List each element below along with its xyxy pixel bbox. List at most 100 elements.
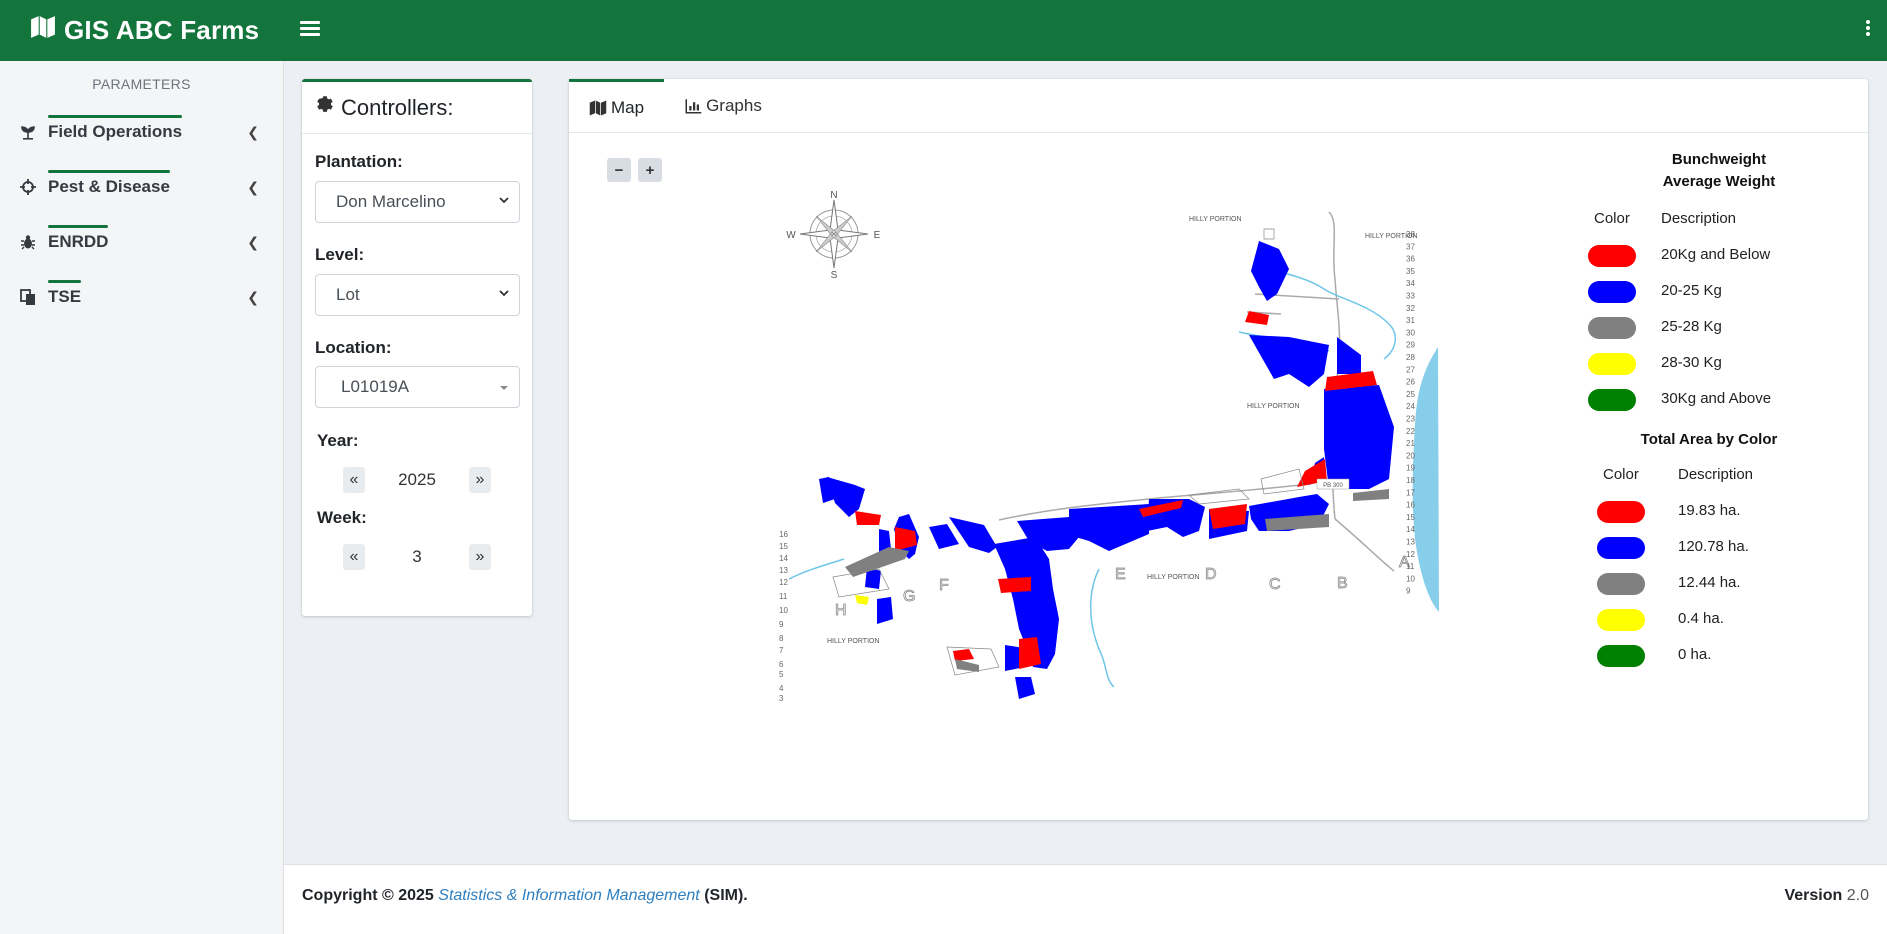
zoom-in-button[interactable]: + bbox=[638, 158, 662, 182]
chevron-left-icon: ❮ bbox=[247, 179, 259, 195]
sidebar-item-label: Field Operations bbox=[48, 114, 183, 141]
row-number: 31 bbox=[1406, 316, 1415, 325]
row-number: 26 bbox=[1406, 378, 1415, 387]
row-number: 29 bbox=[1406, 341, 1415, 350]
row-number: 35 bbox=[1406, 267, 1415, 276]
sidebar-header: PARAMETERS bbox=[92, 76, 191, 92]
row-number: 20 bbox=[1406, 451, 1415, 460]
location-select[interactable]: L01019A bbox=[315, 366, 520, 408]
row-number: 13 bbox=[1406, 538, 1415, 547]
level-select[interactable]: Lot bbox=[315, 274, 520, 316]
hilly-label: HILLY PORTION bbox=[1189, 216, 1242, 223]
chevron-left-icon: ❮ bbox=[247, 234, 259, 250]
legend-desc-header: Description bbox=[1678, 466, 1754, 483]
row-number: 6 bbox=[779, 660, 784, 669]
block-letter: E bbox=[1115, 566, 1126, 583]
location-label: Location: bbox=[315, 338, 392, 357]
right-row-numbers: 38 37 36 35 34 33 32 31 30 29 28 27 26 25 24 23 22 21 20 19… bbox=[1406, 230, 1415, 596]
block-outlines bbox=[832, 228, 1305, 676]
row-number: 14 bbox=[1406, 525, 1415, 534]
week-value: 3 bbox=[412, 547, 422, 566]
bug-icon bbox=[18, 232, 38, 252]
row-number: 15 bbox=[779, 542, 788, 551]
gear-icon bbox=[314, 94, 341, 122]
legend-item-label: 12.44 ha. bbox=[1678, 574, 1741, 591]
row-number: 28 bbox=[1406, 353, 1415, 362]
year-next-button[interactable]: » bbox=[468, 467, 491, 493]
zoom-out-button[interactable]: − bbox=[607, 158, 631, 182]
legend-item-label: 0.4 ha. bbox=[1678, 610, 1724, 627]
tab-map-label: Map bbox=[611, 97, 645, 117]
compass-w-label: W bbox=[786, 230, 796, 241]
menu-toggle-button[interactable] bbox=[300, 18, 320, 38]
row-number: 17 bbox=[1406, 488, 1415, 497]
sidebar: PARAMETERS Field Operations ❮ Pest & Dis… bbox=[0, 61, 284, 934]
legend-color-swatch bbox=[1588, 317, 1636, 339]
hilly-label: HILLY PORTION bbox=[1247, 403, 1300, 410]
sidebar-item-tse[interactable]: TSE ❮ bbox=[0, 269, 283, 324]
compass-rose-icon: N S E W bbox=[786, 190, 880, 281]
legend-color-swatch bbox=[1597, 609, 1645, 631]
legend-item-label: 28-30 Kg bbox=[1661, 354, 1722, 371]
block-letter: C bbox=[1269, 576, 1281, 593]
year-value: 2025 bbox=[398, 470, 436, 489]
row-number: 24 bbox=[1406, 402, 1415, 411]
left-row-numbers: 161514131211109876543 bbox=[779, 530, 788, 703]
row-number: 37 bbox=[1406, 242, 1415, 251]
plantation-value: Don Marcelino bbox=[336, 192, 446, 211]
row-number: 27 bbox=[1406, 365, 1415, 374]
sidebar-item-enrdd[interactable]: ENRDD ❮ bbox=[0, 214, 283, 269]
compass-n-label: N bbox=[830, 190, 837, 201]
farm-map[interactable]: N S E W PB 300 HILLY PORTION HILLY PORTI… bbox=[769, 159, 1459, 759]
version: Version 2.0 bbox=[1784, 887, 1869, 905]
legend-color-swatch bbox=[1588, 353, 1636, 375]
row-number: 13 bbox=[779, 566, 788, 575]
more-options-icon[interactable] bbox=[1865, 18, 1871, 38]
row-number: 23 bbox=[1406, 415, 1415, 424]
copyright: Copyright © 2025 Statistics & Informatio… bbox=[302, 887, 748, 905]
caret-down-icon bbox=[500, 386, 508, 390]
level-label: Level: bbox=[315, 245, 365, 264]
copyright-text: Copyright © 2025 bbox=[302, 887, 434, 904]
chevron-left-icon: ❮ bbox=[247, 289, 259, 305]
year-prev-button[interactable]: « bbox=[343, 467, 365, 493]
sidebar-item-pest-disease[interactable]: Pest & Disease ❮ bbox=[0, 159, 283, 214]
hilly-label: HILLY PORTION bbox=[827, 638, 880, 645]
tab-graphs[interactable]: Graphs bbox=[664, 79, 782, 133]
week-stepper: « 3 » bbox=[343, 544, 491, 570]
week-label: Week: bbox=[317, 508, 367, 527]
sidebar-item-label: Pest & Disease bbox=[48, 169, 170, 196]
week-prev-button[interactable]: « bbox=[343, 544, 365, 570]
controllers-card: Controllers: Plantation: Don Marcelino L… bbox=[302, 79, 532, 616]
row-number: 21 bbox=[1406, 439, 1415, 448]
sidebar-item-field-operations[interactable]: Field Operations ❮ bbox=[0, 104, 283, 159]
legend-color-swatch bbox=[1597, 537, 1645, 559]
tab-map[interactable]: Map bbox=[569, 79, 665, 133]
controllers-header: Controllers: bbox=[302, 82, 532, 134]
sim-link[interactable]: Statistics & Information Management bbox=[438, 887, 699, 904]
legend-color-swatch bbox=[1597, 501, 1645, 523]
row-number: 38 bbox=[1406, 230, 1415, 239]
year-stepper: « 2025 » bbox=[343, 467, 491, 493]
legend-item-label: 19.83 ha. bbox=[1678, 502, 1741, 519]
level-value: Lot bbox=[336, 285, 360, 304]
block-letter: D bbox=[1205, 566, 1217, 583]
legend-weight-title-line2: Average Weight bbox=[1662, 173, 1776, 190]
pb-tag: PB 300 bbox=[1316, 478, 1350, 490]
week-next-button[interactable]: » bbox=[469, 544, 491, 570]
legend-desc-header: Description bbox=[1661, 210, 1737, 227]
row-number: 7 bbox=[779, 646, 784, 655]
chevron-down-icon bbox=[499, 197, 509, 204]
yellow-block bbox=[855, 595, 869, 605]
row-number: 32 bbox=[1406, 304, 1415, 313]
legend-weight-title: Bunchweight Average Weight bbox=[1619, 149, 1819, 193]
brand[interactable]: GIS ABC Farms bbox=[30, 14, 259, 47]
legend-item-label: 0 ha. bbox=[1678, 646, 1712, 663]
chevron-left-icon: ❮ bbox=[247, 124, 259, 140]
plantation-select[interactable]: Don Marcelino bbox=[315, 181, 520, 223]
compass-s-label: S bbox=[831, 270, 838, 281]
legend-color-swatch bbox=[1588, 281, 1636, 303]
row-number: 36 bbox=[1406, 255, 1415, 264]
plantation-label: Plantation: bbox=[315, 152, 403, 171]
footer: Copyright © 2025 Statistics & Informatio… bbox=[284, 864, 1887, 934]
